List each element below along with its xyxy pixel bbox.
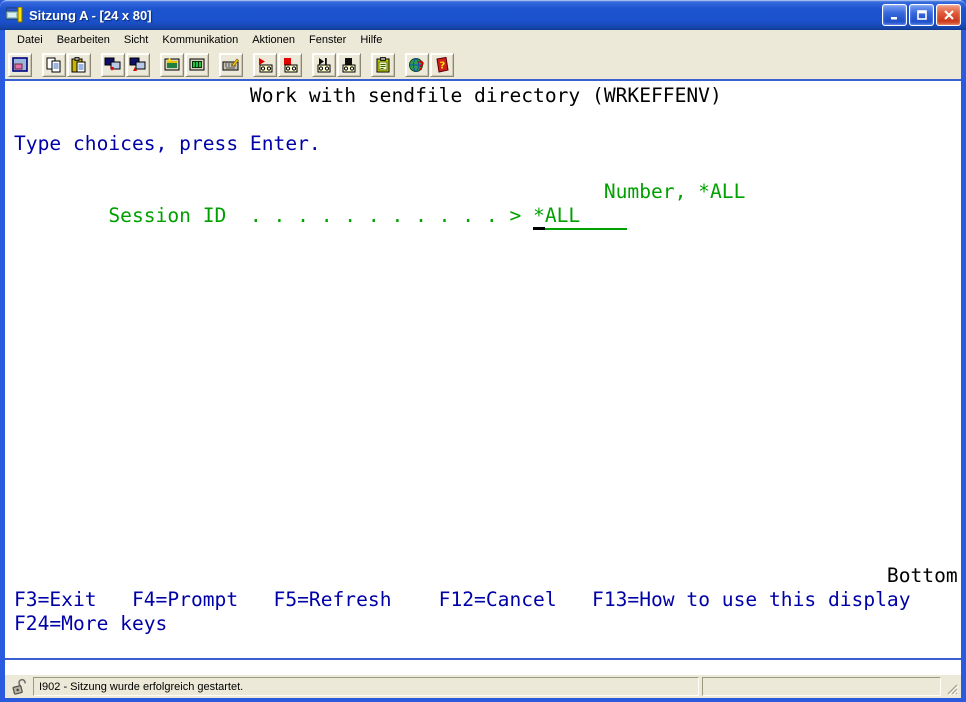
- menu-hilfe[interactable]: Hilfe: [353, 32, 389, 49]
- play-macro-icon: [315, 56, 333, 74]
- record-macro-icon: [256, 56, 274, 74]
- terminal-screen[interactable]: Work with sendfile directory (WRKEFFENV)…: [5, 79, 961, 675]
- menu-kommunikation[interactable]: Kommunikation: [155, 32, 245, 49]
- application-window: Sitzung A - [24 x 80] Datei Bearbeiten S…: [0, 0, 966, 702]
- display-setup-icon: [163, 56, 181, 74]
- send-file-button[interactable]: [101, 53, 125, 77]
- oia-separator: [5, 658, 961, 660]
- session-id-row: Session ID . . . . . . . . . . . > *ALL: [14, 180, 627, 254]
- display-setup-button[interactable]: [160, 53, 184, 77]
- session-id-label: Session ID . . . . . . . . . . . >: [108, 204, 533, 227]
- status-message: I902 - Sitzung wurde erfolgreich gestart…: [39, 681, 243, 693]
- play-macro-button[interactable]: [312, 53, 336, 77]
- menu-aktionen[interactable]: Aktionen: [245, 32, 302, 49]
- window-title: Sitzung A - [24 x 80]: [29, 8, 882, 23]
- menubar: Datei Bearbeiten Sicht Kommunikation Akt…: [5, 30, 961, 50]
- keyboard-setup-button[interactable]: [219, 53, 243, 77]
- send-file-icon: [104, 56, 122, 74]
- session-id-input[interactable]: *ALL: [533, 204, 627, 230]
- function-keys-row2: F24=More keys: [14, 612, 167, 636]
- stop-record-icon: [281, 56, 299, 74]
- bottom-marker: Bottom: [887, 564, 958, 588]
- copy-button[interactable]: [42, 53, 66, 77]
- copy-icon: [45, 56, 63, 74]
- status-message-panel: I902 - Sitzung wurde erfolgreich gestart…: [33, 677, 699, 696]
- terminal-grid: Work with sendfile directory (WRKEFFENV)…: [5, 81, 961, 656]
- function-keys-row1: F3=Exit F4=Prompt F5=Refresh F12=Cancel …: [14, 588, 911, 612]
- unlocked-padlock-icon: [9, 677, 28, 696]
- help-index-icon: ?: [433, 56, 451, 74]
- titlebar: Sitzung A - [24 x 80]: [0, 0, 966, 30]
- paste-button[interactable]: [67, 53, 91, 77]
- menu-bearbeiten[interactable]: Bearbeiten: [50, 32, 117, 49]
- status-empty-panel: [702, 677, 941, 696]
- session-id-hint: Number, *ALL: [604, 180, 746, 204]
- receive-file-button[interactable]: [126, 53, 150, 77]
- clipboard-icon: [374, 56, 392, 74]
- new-screen-icon: [11, 56, 29, 74]
- stop-macro-button[interactable]: [337, 53, 361, 77]
- web-help-icon: ?: [408, 56, 426, 74]
- app-icon: [6, 7, 24, 23]
- connection-status-panel: [7, 677, 31, 696]
- menu-sicht[interactable]: Sicht: [117, 32, 155, 49]
- keyboard-setup-icon: [222, 56, 240, 74]
- menu-fenster[interactable]: Fenster: [302, 32, 353, 49]
- menu-datei[interactable]: Datei: [10, 32, 50, 49]
- screen-title: Work with sendfile directory (WRKEFFENV): [250, 84, 722, 108]
- svg-text:?: ?: [418, 59, 425, 73]
- maximize-button[interactable]: [909, 4, 934, 26]
- record-macro-button[interactable]: [253, 53, 277, 77]
- new-screen-button[interactable]: [8, 53, 32, 77]
- instruction-line: Type choices, press Enter.: [14, 132, 321, 156]
- paste-icon: [70, 56, 88, 74]
- color-setup-icon: [188, 56, 206, 74]
- clipboard-button[interactable]: [371, 53, 395, 77]
- stop-record-button[interactable]: [278, 53, 302, 77]
- resize-grip[interactable]: [941, 677, 959, 696]
- close-button[interactable]: [936, 4, 961, 26]
- svg-text:?: ?: [440, 60, 446, 71]
- stop-macro-icon: [340, 56, 358, 74]
- color-setup-button[interactable]: [185, 53, 209, 77]
- toolbar: ? ?: [5, 50, 961, 79]
- text-cursor: [533, 227, 545, 230]
- receive-file-icon: [129, 56, 147, 74]
- minimize-button[interactable]: [882, 4, 907, 26]
- web-help-button[interactable]: ?: [405, 53, 429, 77]
- help-index-button[interactable]: ?: [430, 53, 454, 77]
- statusbar: I902 - Sitzung wurde erfolgreich gestart…: [5, 675, 961, 698]
